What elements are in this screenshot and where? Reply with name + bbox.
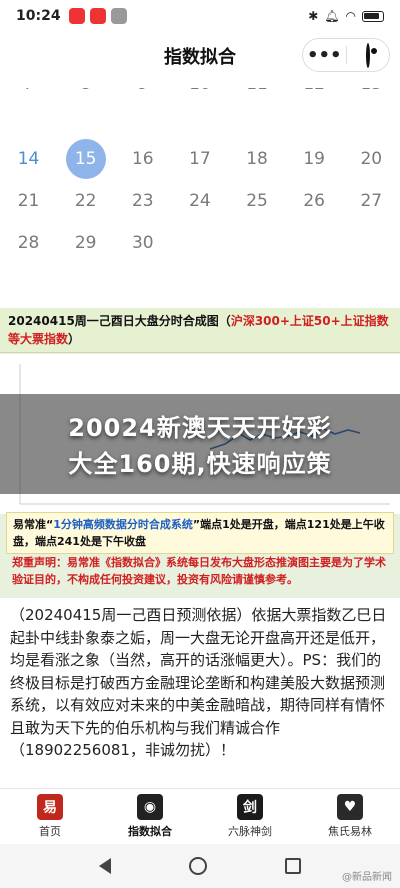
calendar-day[interactable]: 7 [0, 88, 57, 94]
calendar-day[interactable]: 22 [57, 191, 114, 211]
calendar-day[interactable]: 23 [114, 191, 171, 211]
tab-label: 首页 [39, 825, 61, 838]
calendar-day[interactable]: 17 [171, 149, 228, 169]
app-notification-icon [89, 8, 106, 24]
status-time: 10:24 [16, 8, 61, 24]
calendar-day-selected[interactable]: 15 [57, 139, 114, 179]
calendar-day[interactable]: 11 [229, 88, 286, 94]
calendar-day[interactable]: 20 [343, 149, 400, 169]
back-icon[interactable] [99, 858, 111, 874]
calendar-day[interactable]: 9 [114, 88, 171, 94]
tab-label: 指数拟合 [128, 825, 172, 838]
headline-line-1: 20024新澳天天开好彩 [68, 414, 332, 442]
home-icon: 易 [37, 794, 63, 820]
headline-overlay: 20024新澳天天开好彩 大全160期,快速响应策 [0, 410, 400, 482]
battery-icon [362, 10, 384, 22]
tab-index-fit[interactable]: ◉ 指数拟合 [100, 789, 200, 844]
article-body: （20240415周一己酉日预测依据）依据大票指数乙巳日起卦中线卦象泰之姤，周一… [10, 606, 387, 759]
calendar-day[interactable]: 28 [0, 233, 57, 253]
calendar-day-today[interactable]: 14 [0, 149, 57, 169]
calendar-day[interactable]: 24 [171, 191, 228, 211]
target-icon [365, 42, 370, 68]
bell-icon: 🔔︎ [324, 9, 340, 23]
disclaimer: 郑重声明：易常准《指数拟合》系统每日发布大盘形态推演图主要是为了学术验证目的，不… [12, 556, 386, 586]
app-notification-icon [110, 8, 127, 24]
title-bar: 指数拟合 ••• [0, 32, 400, 80]
sword-icon: 剑 [237, 794, 263, 820]
home-nav-icon[interactable] [189, 857, 207, 875]
calendar-day[interactable]: 18 [229, 149, 286, 169]
note-blue: 1分钟高频数据分时合成系统 [53, 518, 193, 531]
wifi-icon: ◠ [345, 9, 356, 23]
calendar-day[interactable]: 26 [286, 191, 343, 211]
calendar-day[interactable]: 19 [286, 149, 343, 169]
tab-home[interactable]: 易 首页 [0, 789, 100, 844]
chart-note: 易常准“1分钟高频数据分时合成系统”端点1处是开盘，端点121处是上午收盘，端点… [6, 512, 394, 554]
tab-six-pulse[interactable]: 剑 六脉神剑 [200, 789, 300, 844]
tab-jiao-yilin[interactable]: ♥ 焦氏易林 [300, 789, 400, 844]
calendar-day[interactable]: 27 [343, 191, 400, 211]
calendar-day[interactable]: 30 [114, 233, 171, 253]
watermark: @新品新闻 [342, 872, 392, 883]
calendar-day[interactable]: 8 [57, 88, 114, 94]
tab-bar: 易 首页 ◉ 指数拟合 剑 六脉神剑 ♥ 焦氏易林 [0, 788, 400, 844]
calendar-row: 28 29 30 [0, 222, 400, 264]
calendar-day[interactable]: 21 [0, 191, 57, 211]
page-title: 指数拟合 [164, 47, 236, 68]
calendar-day[interactable]: 13 [343, 88, 400, 94]
card-icon: ♥ [337, 794, 363, 820]
calendar-day[interactable]: 16 [114, 149, 171, 169]
close-target-button[interactable] [347, 42, 390, 68]
mini-program-capsule: ••• [302, 38, 390, 72]
index-fit-icon: ◉ [137, 794, 163, 820]
panel-heading: 20240415周一己酉日大盘分时合成图（沪深300+上证50+上证指数等大票指… [0, 308, 400, 353]
tab-label: 焦氏易林 [328, 825, 372, 838]
headline-line-2: 大全160期,快速响应策 [68, 450, 332, 478]
calendar-row: 14 15 16 17 18 19 20 [0, 138, 400, 180]
calendar-day[interactable]: 29 [57, 233, 114, 253]
calendar-row: 21 22 23 24 25 26 27 [0, 180, 400, 222]
bluetooth-icon: ✱ [308, 9, 319, 23]
panel-heading-text: 20240415周一己酉日大盘分时合成图（ [8, 314, 231, 328]
tab-label: 六脉神剑 [228, 825, 272, 838]
calendar-day[interactable]: 12 [286, 88, 343, 94]
more-icon[interactable]: ••• [303, 45, 346, 66]
status-bar: 10:24 ✱ 🔔︎ ◠ [0, 0, 400, 32]
calendar-row-partial: 7 8 9 10 11 12 13 [0, 88, 400, 110]
status-right: ✱ 🔔︎ ◠ [308, 9, 384, 23]
calendar-day[interactable]: 25 [229, 191, 286, 211]
panel-heading-tail: ） [68, 332, 81, 346]
recents-icon[interactable] [285, 858, 301, 874]
calendar-day[interactable]: 10 [171, 88, 228, 94]
app-notification-icon [68, 8, 85, 24]
system-nav-bar [0, 844, 400, 888]
calendar: 7 8 9 10 11 12 13 14 15 16 17 18 19 20 2… [0, 88, 400, 264]
note-prefix: 易常准“ [13, 518, 54, 531]
selected-day-label: 15 [65, 139, 106, 179]
